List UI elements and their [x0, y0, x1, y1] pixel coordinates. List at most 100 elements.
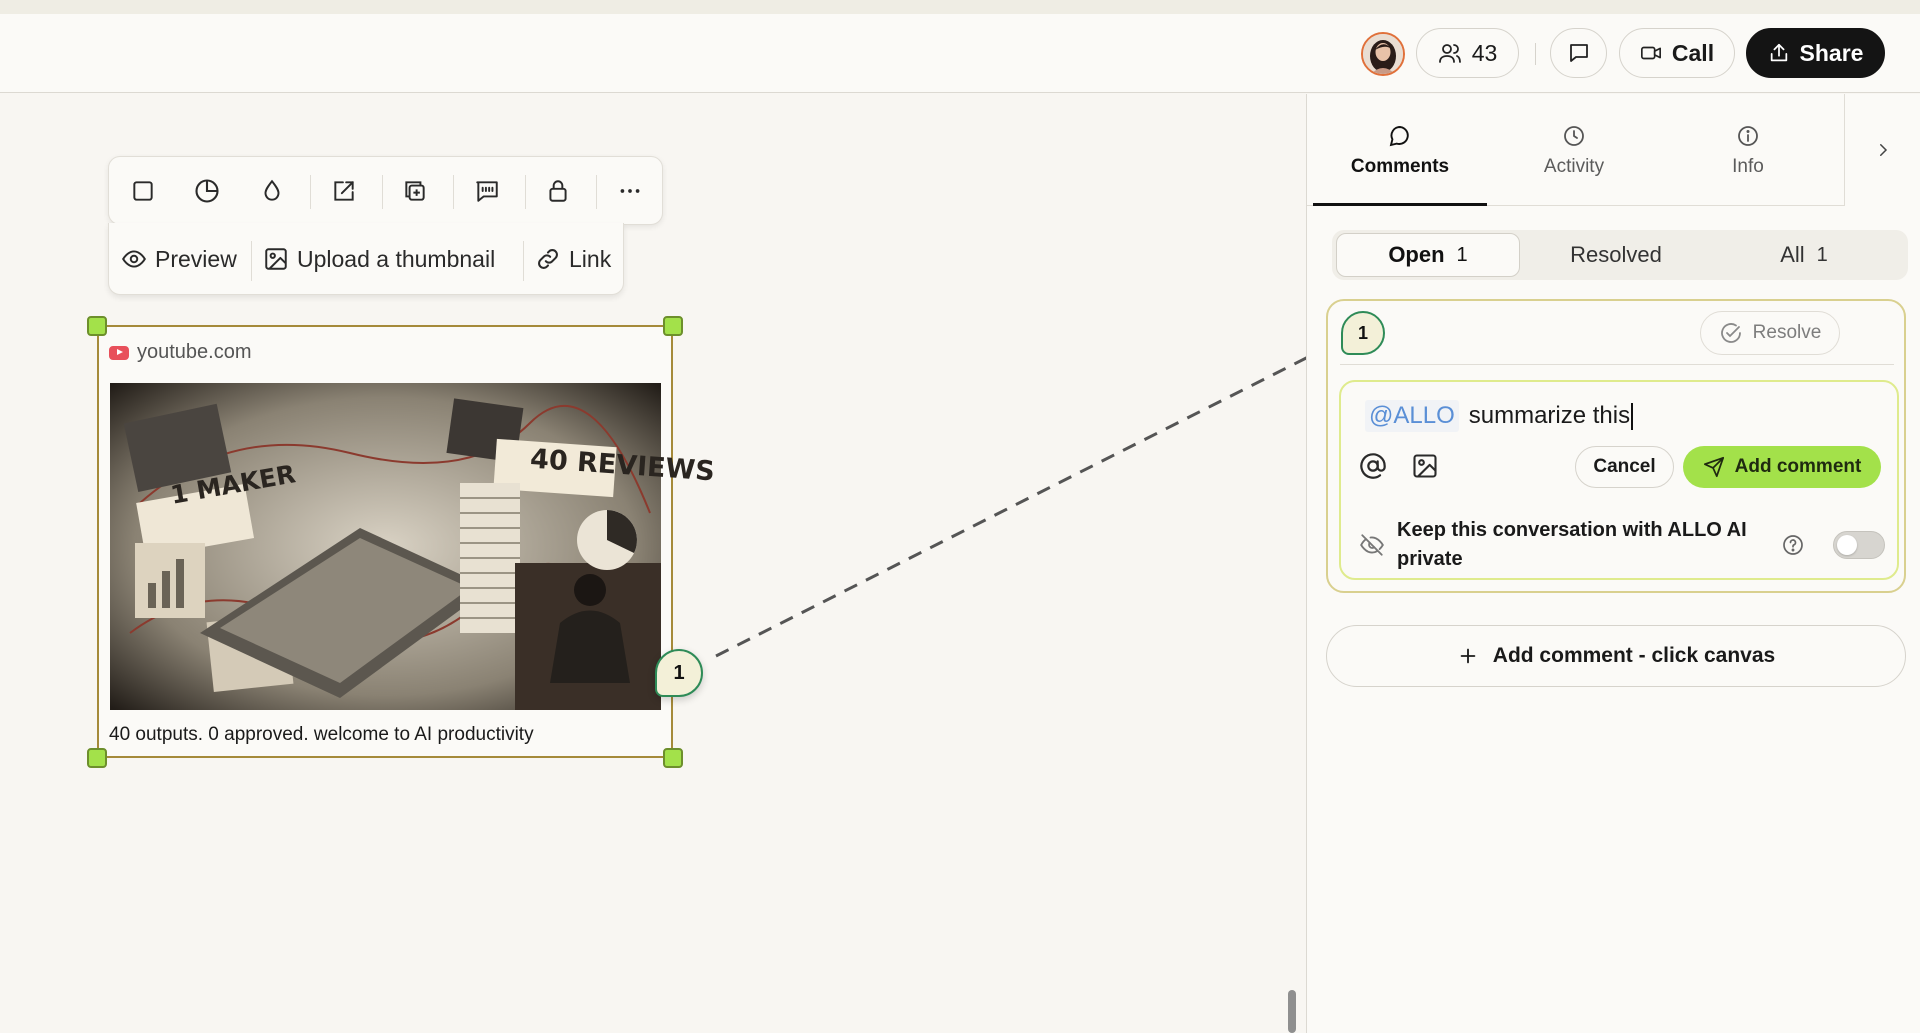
top-header: 43 Call Share	[0, 14, 1920, 93]
preview-label: Preview	[155, 245, 237, 272]
info-icon	[1738, 126, 1758, 146]
canvas-scrollbar[interactable]	[1288, 990, 1296, 1033]
resolve-label: Resolve	[1752, 322, 1822, 343]
frame-icon[interactable]	[125, 173, 161, 209]
app-root: 43 Call Share Preview Upload a thumbnail…	[0, 0, 1920, 1033]
help-icon[interactable]	[1781, 533, 1805, 557]
private-label: Keep this conversation with ALLO AI priv…	[1397, 519, 1747, 570]
private-toggle[interactable]	[1833, 531, 1885, 559]
tab-comments[interactable]: Comments	[1315, 124, 1485, 178]
more-icon[interactable]	[612, 173, 648, 209]
color-drop-icon[interactable]	[254, 173, 290, 209]
canvas-comment-pin[interactable]: 1	[655, 649, 703, 697]
resize-handle-bottom-left[interactable]	[87, 748, 107, 768]
header-divider	[1535, 43, 1536, 65]
add-comment-canvas-label: Add comment - click canvas	[1492, 644, 1776, 667]
eye-off-icon	[1360, 534, 1384, 556]
tab-activity[interactable]: Activity	[1489, 124, 1659, 178]
toolbar-divider	[453, 175, 454, 209]
chat-icon	[1569, 44, 1588, 62]
chat-button[interactable]	[1550, 28, 1607, 78]
toolbar-divider	[523, 241, 524, 281]
filter-resolved[interactable]: Resolved	[1524, 233, 1708, 277]
at-mention-icon[interactable]	[1357, 450, 1389, 482]
filter-all-count: 1	[1816, 243, 1828, 266]
private-setting: Keep this conversation with ALLO AI priv…	[1359, 516, 1889, 576]
chevron-right-icon	[1880, 144, 1888, 156]
participants-count: 43	[1471, 39, 1498, 66]
attach-image-icon[interactable]	[1409, 450, 1441, 482]
eye-icon	[122, 250, 146, 268]
open-external-icon[interactable]	[326, 173, 362, 209]
video-thumbnail[interactable]	[110, 383, 661, 710]
resize-handle-bottom-right[interactable]	[663, 748, 683, 768]
participants-button[interactable]: 43	[1416, 28, 1519, 78]
share-button[interactable]: Share	[1746, 28, 1885, 78]
video-camera-icon	[1640, 46, 1661, 60]
user-avatar[interactable]	[1361, 32, 1405, 76]
share-label: Share	[1799, 39, 1864, 66]
upload-thumbnail-button[interactable]: Upload a thumbnail	[263, 241, 495, 277]
toolbar-divider	[310, 175, 311, 209]
resize-handle-top-left[interactable]	[87, 316, 107, 336]
comment-composer: @ALLO summarize this Cancel Add comment	[1339, 380, 1899, 580]
filter-open-count: 1	[1456, 243, 1468, 266]
comment-input[interactable]: @ALLO summarize this	[1365, 400, 1634, 432]
call-button[interactable]: Call	[1619, 28, 1735, 78]
text-caret	[1631, 402, 1634, 430]
upload-thumbnail-label: Upload a thumbnail	[297, 245, 496, 272]
toolbar-divider	[382, 175, 383, 209]
thread-pin-number: 1	[1357, 322, 1368, 343]
panel-tabs: Comments Activity Info	[1307, 94, 1844, 206]
check-circle-icon	[1720, 323, 1741, 343]
link-button[interactable]: Link	[535, 241, 611, 277]
toolbar-divider	[251, 241, 252, 281]
embed-source-label: youtube.com	[137, 341, 252, 363]
toggle-knob	[1837, 535, 1857, 555]
collapse-panel-button[interactable]	[1844, 94, 1920, 206]
embed-toolbar: Preview Upload a thumbnail Link	[108, 156, 663, 296]
toolbar-divider	[525, 175, 526, 209]
comment-filter: Open 1 Resolved All 1	[1332, 230, 1908, 280]
filter-resolved-label: Resolved	[1570, 242, 1662, 267]
resolve-button[interactable]: Resolve	[1700, 311, 1840, 355]
share-icon	[1770, 43, 1787, 62]
embed-caption: 40 outputs. 0 approved. welcome to AI pr…	[109, 724, 534, 745]
filter-open[interactable]: Open 1	[1336, 233, 1520, 277]
tab-comments-label: Comments	[1350, 156, 1450, 177]
comment-thread: 1 Resolve @ALLO summarize this Cancel Ad…	[1326, 299, 1906, 593]
canvas-comment-pin-number: 1	[673, 661, 685, 684]
link-icon	[538, 249, 558, 269]
mention-chip: @ALLO	[1365, 400, 1459, 432]
cancel-button[interactable]: Cancel	[1575, 446, 1674, 488]
comment-draft-text: summarize this	[1468, 402, 1631, 429]
image-icon	[265, 248, 287, 270]
comments-panel: Comments Activity Info Open 1 Resolved A…	[1306, 94, 1920, 1033]
toolbar-divider	[596, 175, 597, 209]
top-strip	[0, 0, 1920, 14]
resize-handle-top-right[interactable]	[663, 316, 683, 336]
add-comment-canvas-button[interactable]: Add comment - click canvas	[1326, 625, 1906, 687]
cancel-label: Cancel	[1593, 456, 1656, 477]
youtube-embed-card[interactable]: youtube.com 40 outputs. 0 approved. welc…	[97, 325, 673, 758]
clock-icon[interactable]	[189, 173, 225, 209]
add-comment-label: Add comment	[1734, 456, 1862, 477]
link-label: Link	[569, 245, 612, 272]
active-tab-indicator	[1313, 203, 1487, 206]
lock-icon[interactable]	[540, 173, 576, 209]
preview-button[interactable]: Preview	[121, 241, 237, 277]
filter-all[interactable]: All 1	[1712, 233, 1896, 277]
comment-quote-icon[interactable]	[469, 173, 505, 209]
filter-open-label: Open	[1388, 242, 1445, 267]
thread-pin[interactable]: 1	[1341, 311, 1385, 355]
plus-icon	[1460, 648, 1476, 664]
toolbar-action-row: Preview Upload a thumbnail Link	[108, 223, 624, 295]
tab-info[interactable]: Info	[1663, 124, 1833, 178]
embed-source: youtube.com	[109, 341, 252, 364]
thread-divider	[1340, 364, 1894, 365]
toolbar-icon-row	[108, 156, 663, 225]
add-comment-button[interactable]: Add comment	[1683, 446, 1881, 488]
duplicate-icon[interactable]	[397, 173, 433, 209]
call-label: Call	[1671, 39, 1715, 66]
filter-all-label: All	[1780, 242, 1805, 267]
